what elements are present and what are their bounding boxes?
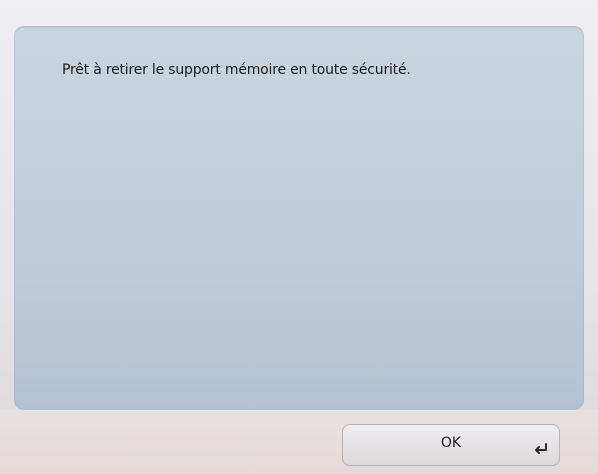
message-dialog-panel: Prêt à retirer le support mémoire en tou… — [14, 26, 584, 410]
printer-screen: Prêt à retirer le support mémoire en tou… — [0, 0, 598, 474]
dialog-message: Prêt à retirer le support mémoire en tou… — [62, 62, 411, 78]
enter-return-icon — [535, 443, 547, 454]
ok-button-label: OK — [440, 435, 462, 451]
ok-button[interactable]: OK — [342, 424, 560, 466]
